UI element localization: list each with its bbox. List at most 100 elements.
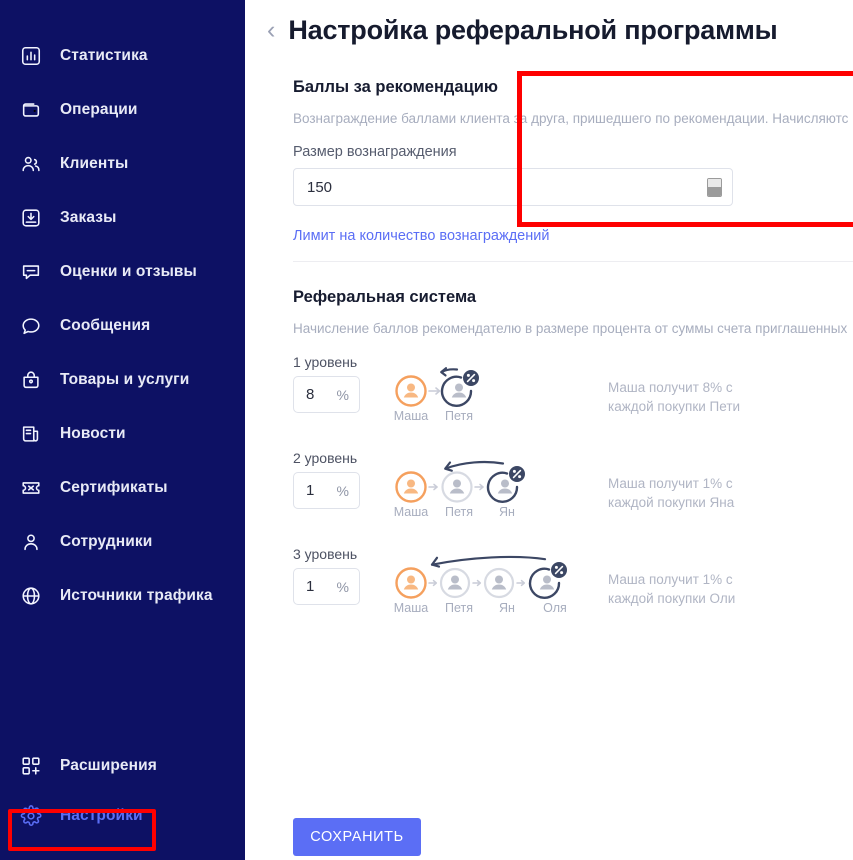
sidebar-item-label: Оценки и отзывы (60, 263, 197, 280)
bag-icon (18, 367, 44, 393)
level-note-line1: Маша получит 8% с (608, 380, 733, 395)
level-left-group: 1 уровень % (293, 354, 373, 413)
section-divider (293, 261, 853, 262)
level-percent-input[interactable]: % (293, 472, 360, 509)
comment-icon (18, 259, 44, 285)
reward-size-input[interactable] (293, 168, 733, 206)
app-root: Статистика Операции Клиенты Заказы Оценк (0, 0, 853, 860)
sidebar-item-operations[interactable]: Операции (0, 90, 245, 130)
points-section-description: Вознаграждение баллами клиента за друга,… (293, 111, 849, 126)
page-header: ‹ Настройка реферальной программы (245, 0, 853, 52)
sidebar-item-settings[interactable]: Настройки (0, 796, 245, 836)
level-note-line2: каждой покупки Оли (608, 591, 736, 606)
page-title: Настройка реферальной программы (288, 14, 778, 45)
chevron-left-icon[interactable]: ‹ (267, 17, 275, 43)
level-note-line2: каждой покупки Пети (608, 399, 741, 414)
sidebar-item-certificates[interactable]: Сертификаты (0, 468, 245, 508)
sidebar-item-label: Расширения (60, 757, 157, 774)
level-note-line2: каждой покупки Яна (608, 495, 735, 510)
sidebar-item-clients[interactable]: Клиенты (0, 144, 245, 184)
sidebar: Статистика Операции Клиенты Заказы Оценк (0, 0, 245, 860)
chain-graphic-level-1 (395, 367, 479, 407)
sidebar-item-label: Новости (60, 425, 126, 442)
sidebar-item-label: Клиенты (60, 155, 129, 172)
chain-person-name: Петя (444, 505, 473, 519)
sidebar-item-news[interactable]: Новости (0, 414, 245, 454)
level-name: 1 уровень (293, 354, 358, 370)
users-icon (18, 151, 44, 177)
sidebar-item-orders[interactable]: Заказы (0, 198, 245, 238)
level-name: 3 уровень (293, 546, 358, 562)
chain-graphic-level-3 (395, 555, 567, 599)
sidebar-item-reviews[interactable]: Оценки и отзывы (0, 252, 245, 292)
sidebar-item-label: Заказы (60, 209, 117, 226)
news-icon (18, 421, 44, 447)
chain-names: Маша Петя Ян Оля (387, 601, 602, 615)
main-content: ‹ Настройка реферальной программы Баллы … (245, 0, 853, 860)
level-note: Маша получит 1% с каждой покупки Оли (608, 546, 735, 608)
level-percent-value[interactable] (306, 386, 324, 403)
chain-person-name: Маша (393, 601, 429, 615)
chain-graphic-level-2 (395, 460, 525, 503)
level-note-line1: Маша получит 1% с (608, 572, 733, 587)
settings-content: Баллы за рекомендацию Вознаграждение бал… (245, 52, 853, 620)
level-name: 2 уровень (293, 450, 358, 466)
sidebar-item-messages[interactable]: Сообщения (0, 306, 245, 346)
points-for-recommendation-section: Баллы за рекомендацию Вознаграждение бал… (293, 78, 853, 262)
sidebar-item-label: Операции (60, 101, 138, 118)
chain-names: Маша Петя Ян (387, 505, 602, 519)
referral-section-description: Начисление баллов рекомендателю в размер… (293, 321, 848, 336)
sidebar-item-employees[interactable]: Сотрудники (0, 522, 245, 562)
referral-level-row: 2 уровень % (293, 450, 853, 524)
chain-person-name: Маша (393, 409, 429, 423)
referral-section-title: Реферальная система (293, 288, 477, 306)
sidebar-item-extensions[interactable]: Расширения (0, 746, 245, 786)
referral-chain-diagram: Маша Петя Ян (387, 450, 602, 519)
sidebar-item-traffic-sources[interactable]: Источники трафика (0, 576, 245, 616)
chain-person-name: Маша (393, 505, 429, 519)
percent-suffix: % (336, 578, 349, 595)
ticket-icon (18, 475, 44, 501)
referral-chain-diagram: Маша Петя Ян Оля (387, 546, 602, 615)
sidebar-item-label: Статистика (60, 47, 148, 64)
sidebar-item-label: Сообщения (60, 317, 151, 334)
save-button[interactable]: СОХРАНИТЬ (293, 818, 421, 856)
referral-level-row: 1 уровень % (293, 354, 853, 428)
gear-icon (18, 803, 44, 829)
sidebar-item-statistics[interactable]: Статистика (0, 36, 245, 76)
level-note: Маша получит 1% с каждой покупки Яна (608, 450, 734, 512)
chain-person-name: Ян (499, 601, 515, 615)
chain-names: Маша Петя (387, 409, 602, 423)
chat-bubble-icon (18, 313, 44, 339)
percent-suffix: % (336, 386, 349, 403)
chain-person-name: Оля (543, 601, 567, 615)
points-section-title: Баллы за рекомендацию (293, 78, 498, 96)
referral-system-section: Реферальная система Начисление баллов ре… (293, 288, 853, 620)
reward-size-value[interactable] (307, 178, 707, 196)
reward-limit-link[interactable]: Лимит на количество вознаграждений (293, 228, 549, 244)
level-percent-value[interactable] (306, 578, 324, 595)
sidebar-item-label: Товары и услуги (60, 371, 190, 388)
sidebar-item-label: Сотрудники (60, 533, 153, 550)
number-stepper-icon[interactable] (707, 177, 722, 197)
inbox-download-icon (18, 205, 44, 231)
referral-chain-diagram: Маша Петя (387, 354, 602, 423)
sidebar-item-goods[interactable]: Товары и услуги (0, 360, 245, 400)
chain-person-name: Ян (499, 505, 515, 519)
sidebar-item-label: Сертификаты (60, 479, 168, 496)
chain-person-name: Петя (444, 601, 473, 615)
globe-icon (18, 583, 44, 609)
level-percent-input[interactable]: % (293, 376, 360, 413)
level-note-line1: Маша получит 1% с (608, 476, 733, 491)
extensions-icon (18, 753, 44, 779)
level-left-group: 3 уровень % (293, 546, 373, 605)
level-percent-input[interactable]: % (293, 568, 360, 605)
level-note: Маша получит 8% с каждой покупки Пети (608, 354, 740, 416)
chain-person-name: Петя (444, 409, 473, 423)
reward-size-label: Размер вознаграждения (293, 144, 457, 160)
percent-suffix: % (336, 482, 349, 499)
sidebar-item-label: Источники трафика (60, 587, 213, 604)
level-percent-value[interactable] (306, 482, 324, 499)
level-left-group: 2 уровень % (293, 450, 373, 509)
person-icon (18, 529, 44, 555)
